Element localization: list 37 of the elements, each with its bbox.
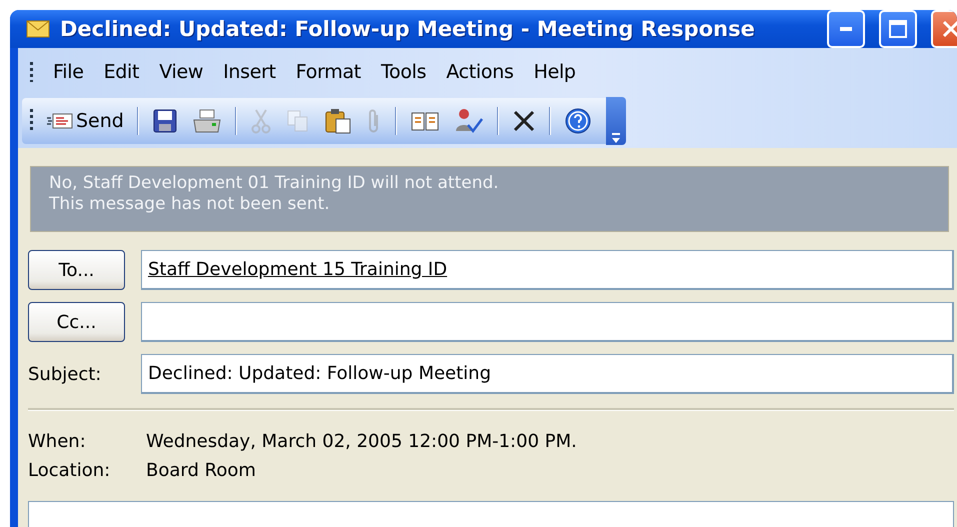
info-text: No, Staff Development 01 Training ID will not attend.	[49, 173, 500, 193]
address-button[interactable]: To...	[28, 250, 125, 290]
minimize-icon	[840, 27, 852, 31]
close-icon	[943, 19, 957, 39]
maximize-icon	[889, 20, 907, 38]
printer-icon[interactable]	[192, 108, 222, 134]
detail-value: Board Room	[146, 460, 256, 481]
envelope-icon	[26, 20, 50, 38]
send-button[interactable]: Send	[43, 107, 128, 135]
recipient-field[interactable]	[141, 302, 954, 342]
delete-icon[interactable]	[512, 109, 536, 133]
clipboard-icon[interactable]	[324, 108, 352, 134]
window-title: Declined: Updated: Follow-up Meeting - Meeting Response	[60, 17, 756, 41]
menu-item[interactable]: Actions	[438, 57, 522, 87]
detail-label: When:	[28, 431, 87, 452]
person-checkmark-icon[interactable]	[454, 107, 484, 135]
menu-item[interactable]: Help	[526, 57, 584, 87]
minimize-button[interactable]	[827, 10, 865, 48]
detail-label: Location:	[28, 460, 112, 481]
menu-item[interactable]: File	[45, 57, 92, 87]
subject-label: Subject:	[28, 364, 102, 384]
maximize-button[interactable]	[879, 10, 917, 48]
menu-item[interactable]: View	[151, 57, 212, 87]
address-button[interactable]: Cc...	[28, 302, 125, 342]
menu-item[interactable]: Tools	[372, 57, 434, 87]
recipient-field[interactable]: Staff Development 15 Training ID	[141, 250, 954, 290]
menu-item[interactable]: Insert	[215, 57, 284, 87]
help-icon[interactable]	[564, 107, 592, 135]
subject-field[interactable]: Declined: Updated: Follow-up Meeting	[141, 354, 954, 394]
menu-item[interactable]: Edit	[96, 57, 148, 87]
detail-value: Wednesday, March 02, 2005 12:00 PM-1:00 PM.	[146, 431, 577, 452]
envelope-icon	[47, 112, 73, 130]
info-text: This message has not been sent.	[49, 194, 331, 214]
chevron-down-icon	[610, 131, 622, 145]
toolbar-options-button[interactable]	[606, 97, 626, 145]
close-button[interactable]	[931, 10, 957, 48]
menu-item[interactable]: Format	[288, 57, 369, 87]
